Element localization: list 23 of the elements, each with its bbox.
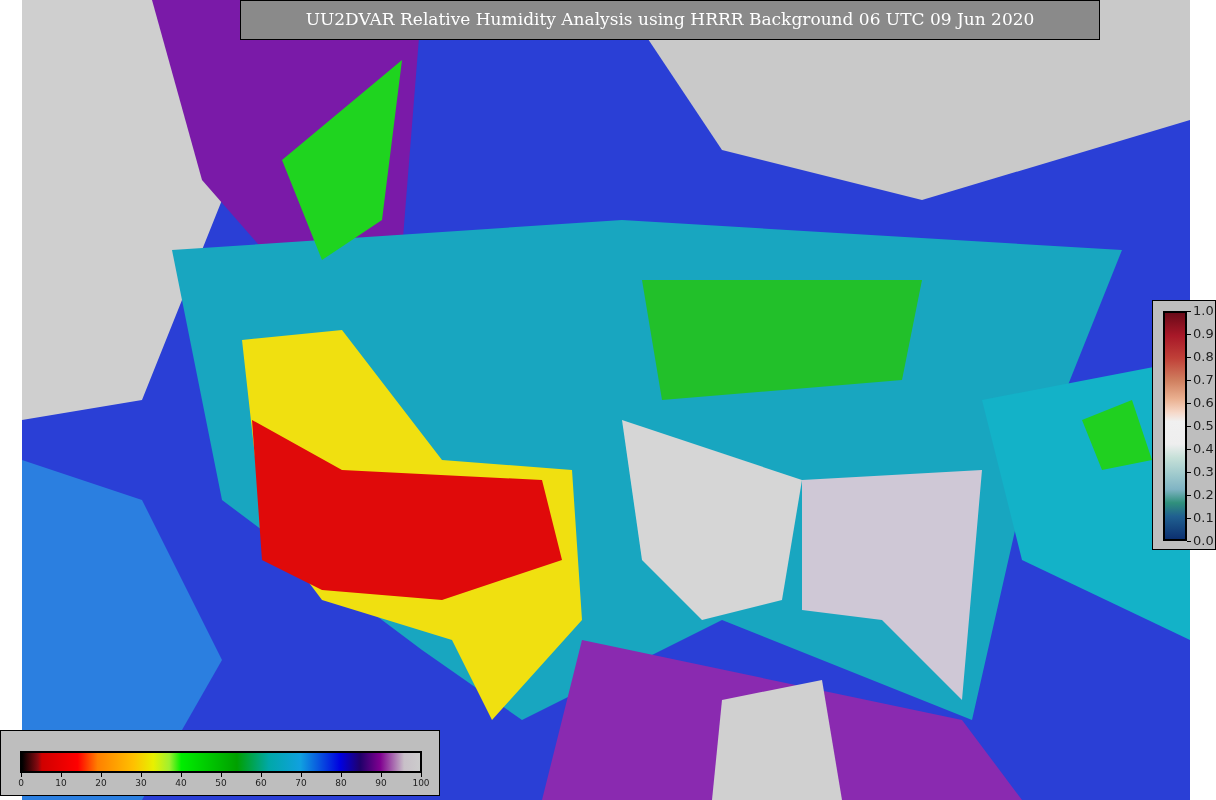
scale-tick-label: 0.1 bbox=[1193, 511, 1214, 525]
scale-tick-label: 10 bbox=[55, 777, 67, 789]
scale-tick-label: 0.9 bbox=[1193, 327, 1214, 341]
scale-tick-label: 70 bbox=[295, 777, 307, 789]
scale-tick-label: 0.8 bbox=[1193, 350, 1214, 364]
scale-tick-label: 50 bbox=[215, 777, 227, 789]
map-title: UU2DVAR Relative Humidity Analysis using HRRR Background 06 UTC 09 Jun 2020 bbox=[240, 0, 1100, 40]
scale-tick-label: 20 bbox=[95, 777, 107, 789]
scale-tick-label: 0.5 bbox=[1193, 419, 1214, 433]
scale-tick-label: 100 bbox=[412, 777, 430, 789]
scale-tick-label: 80 bbox=[335, 777, 347, 789]
scale-tick-label: 0.3 bbox=[1193, 465, 1214, 479]
scale-tick-label: 0 bbox=[18, 777, 24, 789]
scale-tick-label: 0.7 bbox=[1193, 373, 1214, 387]
scale-tick-label: 0.6 bbox=[1193, 396, 1214, 410]
scale-tick-label: 0.0 bbox=[1193, 534, 1214, 548]
scale-tick-label: 0.2 bbox=[1193, 488, 1214, 502]
scale-tick-label: 0.4 bbox=[1193, 442, 1214, 456]
scale-tick-label: 30 bbox=[135, 777, 147, 789]
scale-tick-label: 40 bbox=[175, 777, 187, 789]
scale-tick-label: 1.0 bbox=[1193, 304, 1214, 318]
scale-tick-label: 60 bbox=[255, 777, 267, 789]
scale-tick-label: 90 bbox=[375, 777, 387, 789]
